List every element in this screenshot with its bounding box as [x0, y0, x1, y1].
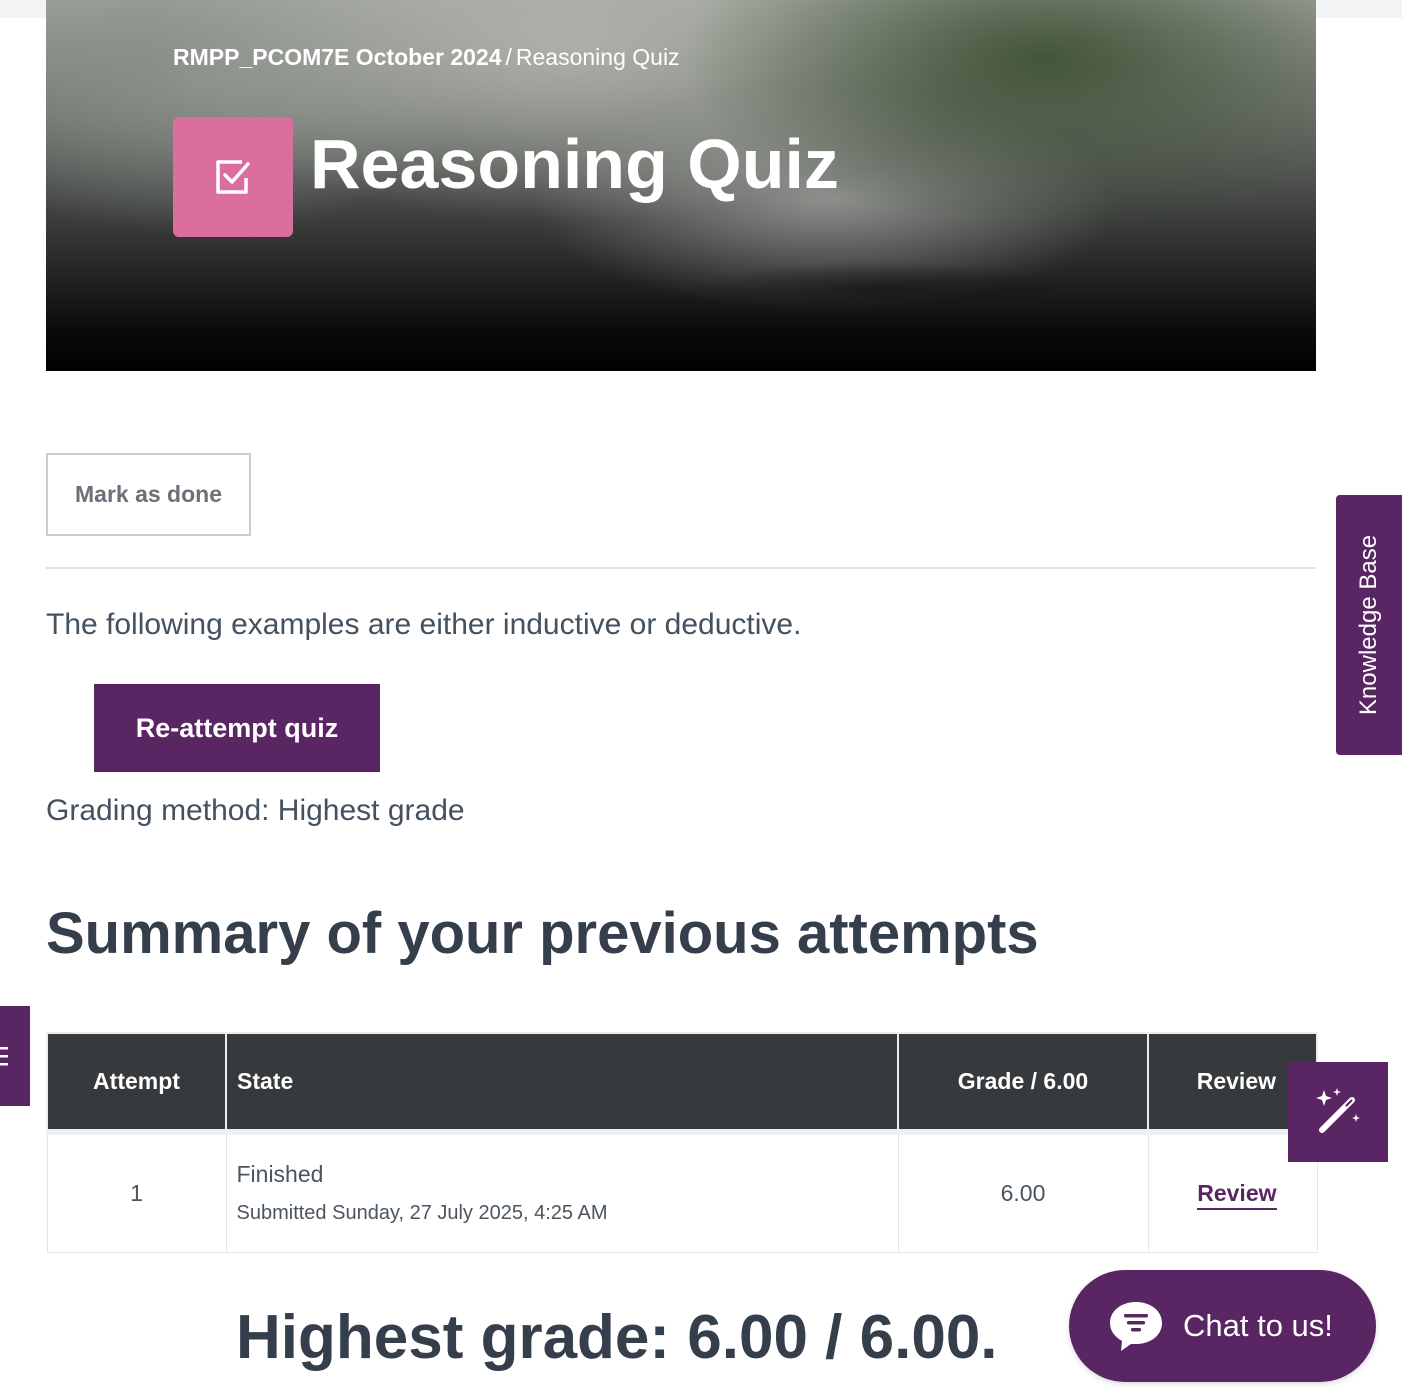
attempt-state: Finished	[236, 1161, 324, 1188]
knowledge-base-label: Knowledge Base	[1355, 534, 1383, 716]
chat-bubble-icon	[1110, 1302, 1162, 1351]
knowledge-base-tab[interactable]: Knowledge Base	[1336, 495, 1402, 755]
attempt-grade: 6.00	[897, 1131, 1149, 1253]
review-link[interactable]: Review	[1197, 1179, 1277, 1210]
reattempt-quiz-button[interactable]: Re-attempt quiz	[94, 684, 380, 772]
quiz-activity-icon	[173, 117, 293, 237]
mark-as-done-button[interactable]: Mark as done	[46, 453, 251, 536]
breadcrumb-separator: /	[505, 44, 512, 70]
menu-icon	[0, 1047, 8, 1066]
quiz-intro-text: The following examples are either induct…	[46, 608, 802, 641]
highest-grade-text: Highest grade: 6.00 / 6.00.	[236, 1303, 998, 1372]
magic-wand-icon	[1316, 1088, 1360, 1133]
section-divider	[46, 567, 1316, 569]
header-attempt: Attempt	[46, 1032, 227, 1135]
attempt-state-cell: Finished Submitted Sunday, 27 July 2025,…	[225, 1131, 899, 1253]
table-row: 1 Finished Submitted Sunday, 27 July 202…	[46, 1131, 1318, 1253]
breadcrumb-course-link[interactable]: RMPP_PCOM7E October 2024	[173, 44, 502, 70]
grading-method-text: Grading method: Highest grade	[46, 794, 465, 827]
header-state: State	[225, 1032, 899, 1135]
page-header-banner: RMPP_PCOM7E October 2024/Reasoning Quiz …	[46, 0, 1316, 371]
attempt-submitted-time: Submitted Sunday, 27 July 2025, 4:25 AM	[236, 1202, 608, 1225]
breadcrumb-current: Reasoning Quiz	[515, 44, 680, 70]
attempts-summary-heading: Summary of your previous attempts	[46, 901, 1039, 966]
ai-assistant-button[interactable]	[1288, 1062, 1388, 1162]
checkbox-icon	[216, 160, 250, 194]
chat-label: Chat to us!	[1183, 1308, 1333, 1343]
course-index-drawer-toggle[interactable]	[0, 1006, 30, 1106]
banner-treeline	[606, 250, 1166, 310]
attempts-table: Attempt State Grade / 6.00 Review 1 Fini…	[46, 1032, 1318, 1253]
chat-to-us-button[interactable]: Chat to us!	[1069, 1270, 1376, 1382]
breadcrumb: RMPP_PCOM7E October 2024/Reasoning Quiz	[173, 44, 680, 71]
page-title: Reasoning Quiz	[310, 125, 839, 203]
attempt-number: 1	[46, 1131, 227, 1253]
header-grade: Grade / 6.00	[897, 1032, 1149, 1135]
attempts-table-header-row: Attempt State Grade / 6.00 Review	[46, 1032, 1318, 1135]
